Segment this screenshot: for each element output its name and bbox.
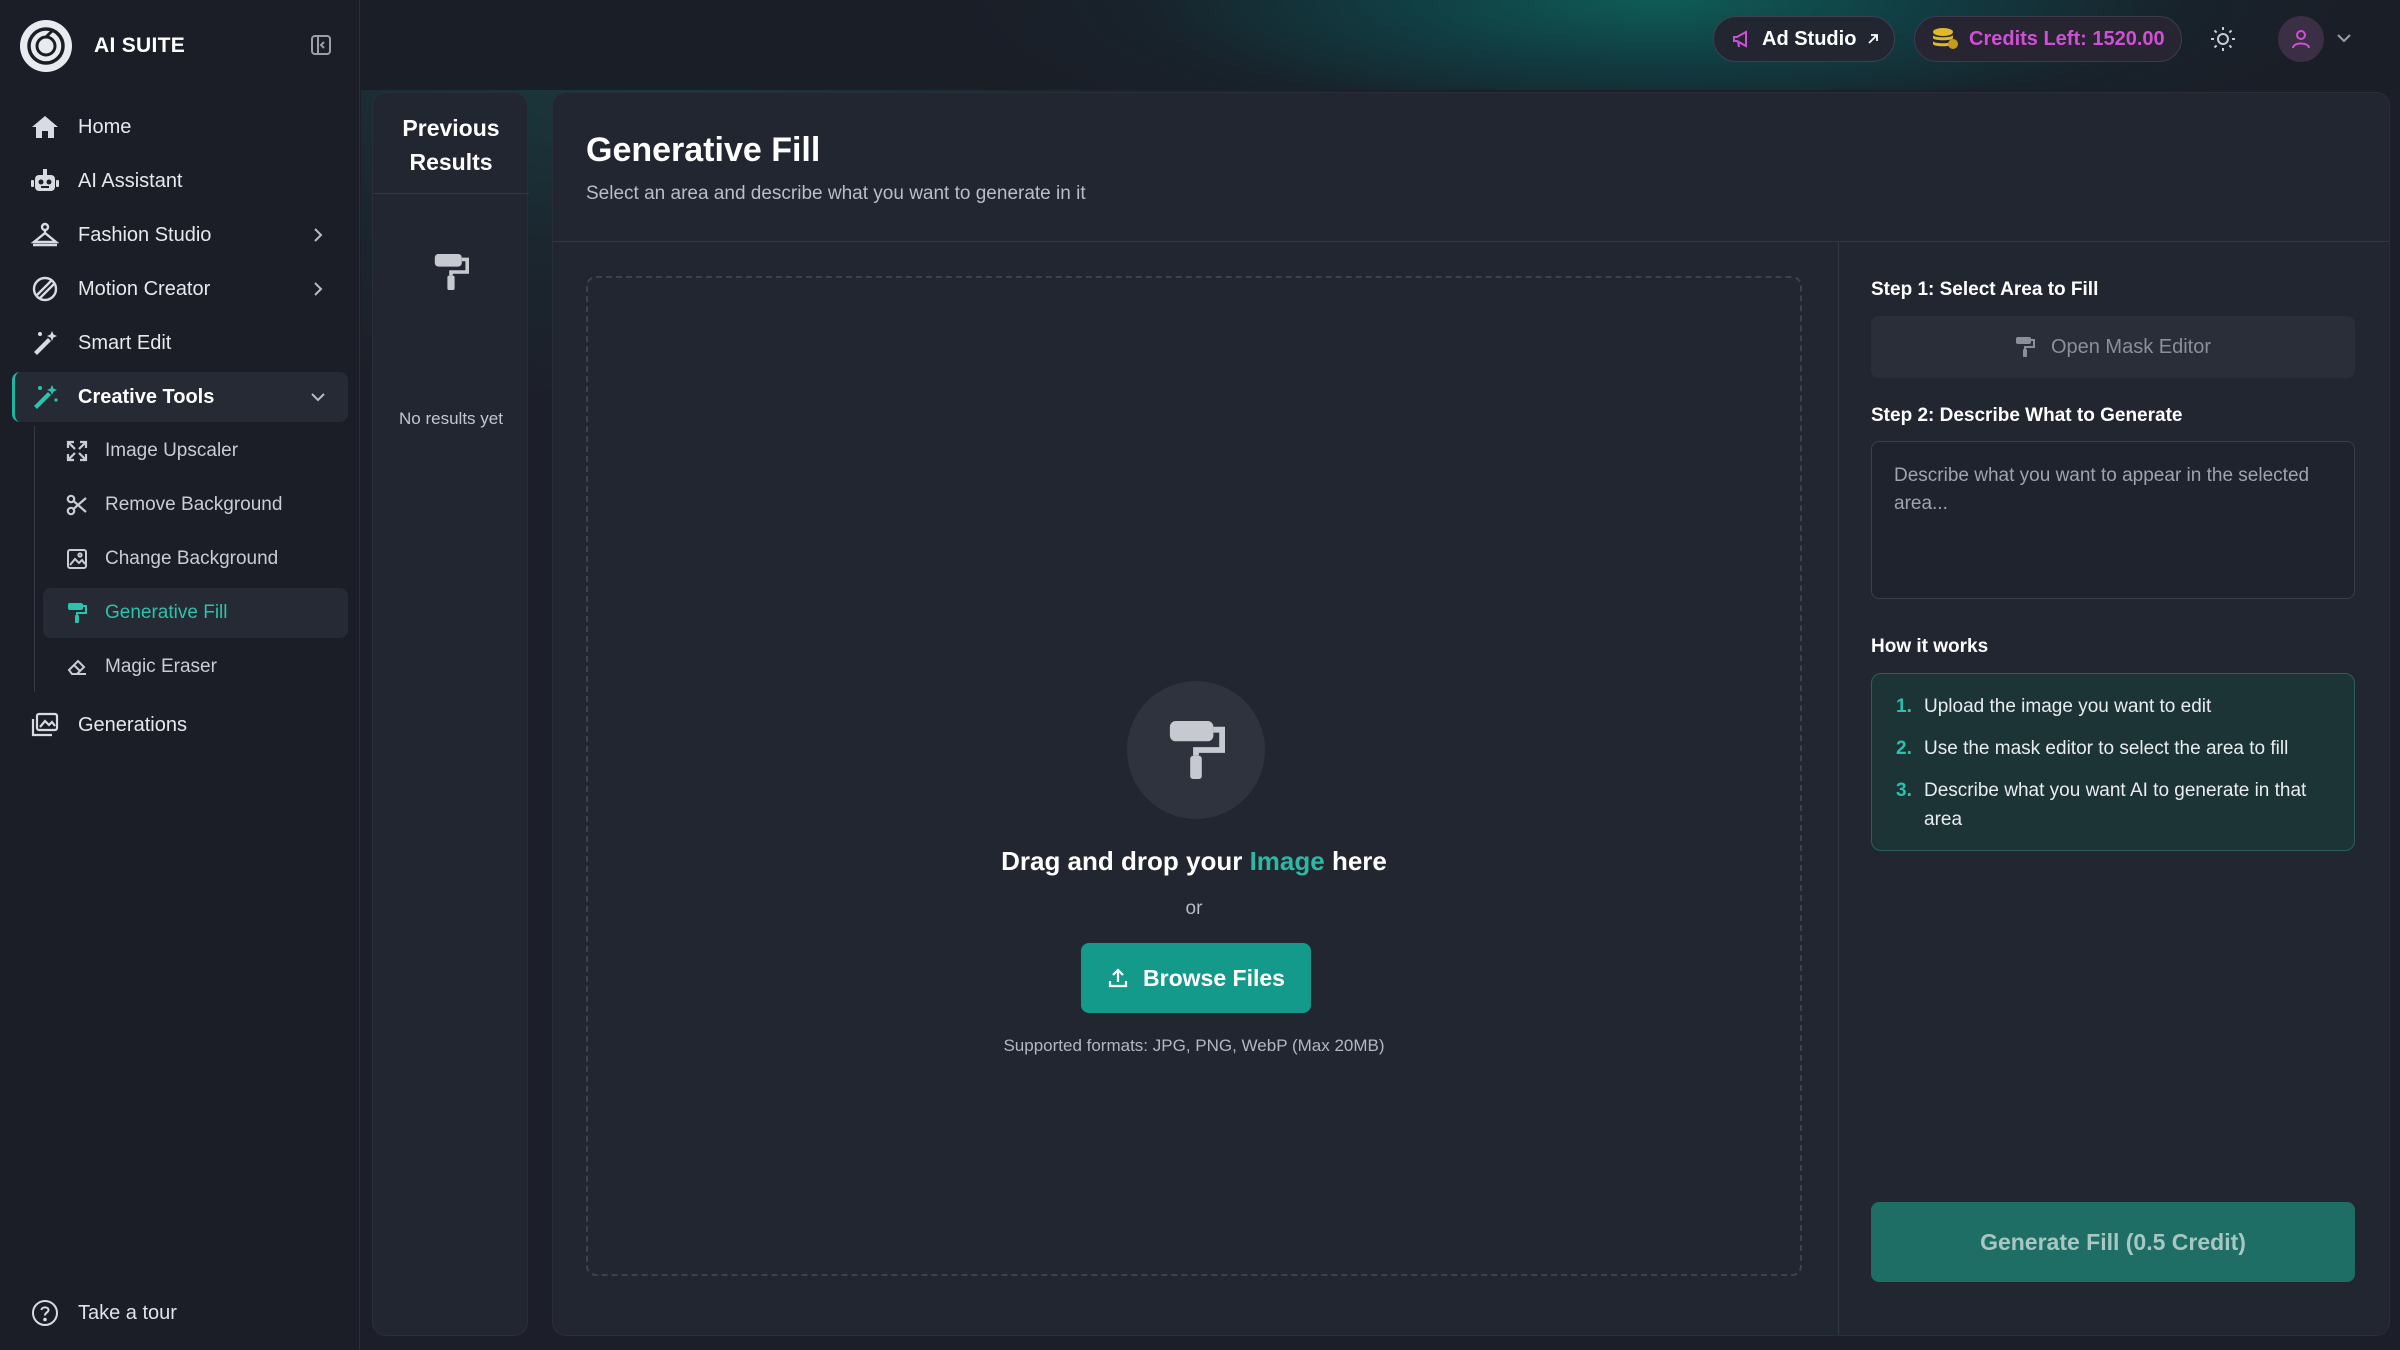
sidebar-item-magic-eraser[interactable]: Magic Eraser: [43, 642, 348, 692]
paint-roller-icon: [2015, 334, 2041, 360]
motion-icon: [30, 274, 60, 304]
sidebar-item-smart-edit[interactable]: Smart Edit: [12, 318, 348, 368]
brand[interactable]: AI SUITE: [20, 20, 185, 72]
supported-formats: Supported formats: JPG, PNG, WebP (Max 2…: [1003, 1036, 1385, 1055]
page-title: Generative Fill: [586, 131, 821, 169]
chevron-right-icon: [306, 223, 330, 247]
paint-roller-icon: [431, 249, 471, 295]
sparkle-wand-icon: [30, 382, 60, 412]
previous-results-panel: Previous Results No results yet: [372, 92, 529, 1336]
magic-wand-icon: [30, 328, 60, 358]
sidebar-item-label: Generations: [78, 713, 187, 736]
browse-files-label: Browse Files: [1143, 964, 1285, 991]
generate-fill-button[interactable]: Generate Fill (0.5 Credit): [1871, 1202, 2355, 1282]
page-subtitle: Select an area and describe what you wan…: [586, 183, 1086, 204]
main-panel: Generative Fill Select an area and descr…: [552, 92, 2390, 1336]
ad-studio-label: Ad Studio: [1762, 27, 1857, 50]
sidebar-item-home[interactable]: Home: [12, 102, 348, 152]
help-circle-icon: [30, 1298, 60, 1328]
take-tour-link[interactable]: Take a tour: [30, 1298, 177, 1328]
previous-results-title: Previous Results: [402, 115, 500, 175]
chevron-down-icon: [306, 385, 330, 409]
take-tour-label: Take a tour: [78, 1301, 177, 1324]
paint-roller-icon: [65, 601, 89, 625]
sidebar-item-label: Home: [78, 115, 132, 138]
coins-icon: [1931, 27, 1959, 51]
robot-icon: [30, 166, 60, 196]
eraser-icon: [65, 655, 89, 679]
sidebar-item-motion-creator[interactable]: Motion Creator: [12, 264, 348, 314]
step2-label: Step 2: Describe What to Generate: [1871, 405, 2183, 426]
external-link-icon: [1866, 32, 1880, 46]
credits-badge[interactable]: Credits Left: 1520.00: [1914, 16, 2182, 62]
sidebar: AI SUITE Home AI Assistant Fashion Studi…: [0, 0, 360, 1350]
dropzone-accent: Image: [1249, 846, 1325, 876]
sidebar-item-generative-fill[interactable]: Generative Fill: [43, 588, 348, 638]
sidebar-item-label: Generative Fill: [105, 602, 228, 623]
image-frame-icon: [65, 547, 89, 571]
step1-label: Step 1: Select Area to Fill: [1871, 279, 2099, 300]
hanger-icon: [30, 220, 60, 250]
sidebar-collapse-icon[interactable]: [308, 32, 334, 58]
sidebar-nav: Home AI Assistant Fashion Studio Motion …: [12, 102, 348, 754]
sidebar-item-remove-background[interactable]: Remove Background: [43, 480, 348, 530]
chevron-down-icon[interactable]: [2334, 28, 2354, 48]
sidebar-item-label: Image Upscaler: [105, 440, 239, 461]
divider: [373, 193, 529, 194]
sidebar-item-label: Creative Tools: [78, 385, 215, 408]
list-item: 3. Describe what you want AI to generate…: [1896, 780, 2307, 830]
credits-label: Credits Left: 1520.00: [1969, 27, 2165, 50]
scissors-icon: [65, 493, 89, 517]
expand-arrows-icon: [65, 439, 89, 463]
chevron-right-icon: [306, 277, 330, 301]
sidebar-item-image-upscaler[interactable]: Image Upscaler: [43, 426, 348, 476]
creative-tools-submenu: Image Upscaler Remove Background Change …: [34, 426, 348, 692]
sidebar-item-label: AI Assistant: [78, 169, 183, 192]
how-it-works-title: How it works: [1871, 636, 1989, 657]
sidebar-item-creative-tools[interactable]: Creative Tools: [12, 372, 348, 422]
list-item: 1. Upload the image you want to edit: [1896, 696, 2212, 717]
avatar[interactable]: [2278, 16, 2324, 62]
sidebar-item-label: Smart Edit: [78, 331, 172, 354]
gallery-icon: [30, 710, 60, 740]
sidebar-item-label: Change Background: [105, 548, 279, 569]
megaphone-icon: [1732, 29, 1752, 49]
how-it-works-box: 1. Upload the image you want to edit 2. …: [1871, 673, 2355, 851]
no-results-text: No results yet: [399, 409, 503, 428]
paint-roller-icon: [1127, 681, 1265, 819]
ad-studio-button[interactable]: Ad Studio: [1713, 16, 1895, 62]
divider: [553, 241, 2389, 242]
sidebar-item-label: Motion Creator: [78, 277, 211, 300]
sidebar-item-change-background[interactable]: Change Background: [43, 534, 348, 584]
divider: [1838, 242, 1839, 1335]
dropzone-heading: Drag and drop your Image here: [1001, 846, 1387, 876]
image-dropzone[interactable]: Drag and drop your Image here or Browse …: [586, 276, 1802, 1276]
sidebar-item-fashion-studio[interactable]: Fashion Studio: [12, 210, 348, 260]
sidebar-item-label: Magic Eraser: [105, 656, 217, 677]
home-icon: [30, 112, 60, 142]
sun-icon[interactable]: [2208, 24, 2238, 54]
upload-icon: [1107, 966, 1131, 990]
sidebar-item-ai-assistant[interactable]: AI Assistant: [12, 156, 348, 206]
brand-logo-icon: [20, 20, 72, 72]
prompt-input[interactable]: [1871, 441, 2355, 599]
dropzone-or: or: [1185, 898, 1203, 919]
open-mask-editor-button[interactable]: Open Mask Editor: [1871, 316, 2355, 378]
sidebar-item-generations[interactable]: Generations: [12, 700, 348, 750]
sidebar-item-label: Remove Background: [105, 494, 283, 515]
sidebar-item-label: Fashion Studio: [78, 223, 212, 246]
browse-files-button[interactable]: Browse Files: [1081, 943, 1311, 1013]
open-mask-editor-label: Open Mask Editor: [2050, 335, 2212, 358]
brand-name: AI SUITE: [94, 34, 186, 57]
list-item: 2. Use the mask editor to select the are…: [1896, 738, 2289, 759]
